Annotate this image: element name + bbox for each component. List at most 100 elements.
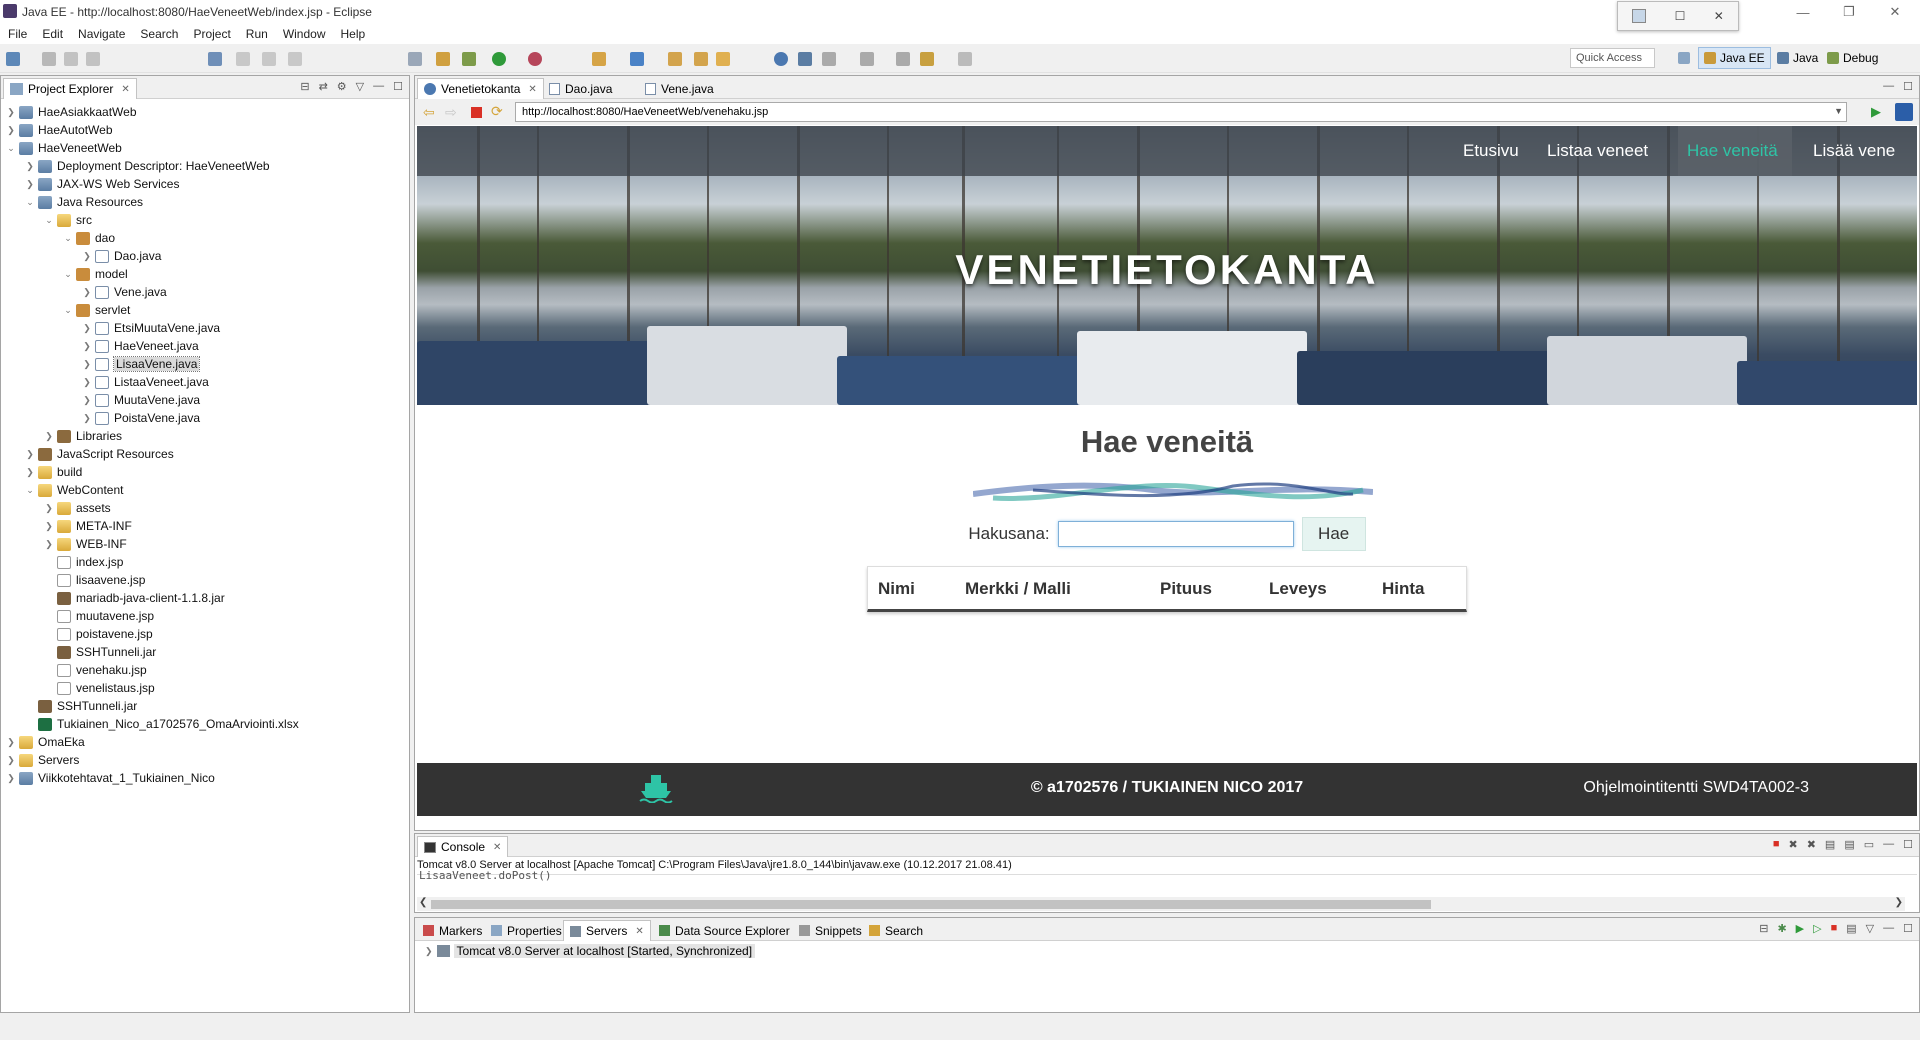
scroll-right-icon[interactable]: ❯ [1895, 897, 1903, 908]
tree-item[interactable]: ❯ PoistaVene.java [81, 409, 200, 427]
tab-dao-java[interactable]: Dao.java [543, 78, 633, 99]
maximize-view-icon[interactable]: ☐ [1903, 838, 1913, 851]
tree-item[interactable]: Tukiainen_Nico_a1702576_OmaArviointi.xls… [24, 715, 299, 733]
chevron-right-icon[interactable]: ❯ [5, 737, 17, 748]
close-icon[interactable]: ✕ [1714, 9, 1724, 23]
menu-help[interactable]: Help [341, 27, 366, 41]
menu-edit[interactable]: Edit [42, 27, 63, 41]
tab-servers[interactable]: Servers ✕ [563, 920, 651, 941]
tree-item[interactable]: poistavene.jsp [43, 625, 153, 643]
minimize-view-icon[interactable]: — [1883, 80, 1894, 93]
tab-snippets[interactable]: Snippets [793, 920, 868, 941]
chevron-right-icon[interactable]: ❯ [5, 125, 17, 136]
perspective-debug[interactable]: Debug [1822, 47, 1883, 69]
tree-item[interactable]: ⌄ dao [62, 229, 115, 247]
maximize-view-icon[interactable]: ☐ [1903, 80, 1913, 93]
tab-properties[interactable]: Properties [485, 920, 568, 941]
chevron-right-icon[interactable]: ❯ [81, 251, 93, 262]
tree-item[interactable]: ❯ LisaaVene.java [81, 355, 201, 373]
tree-item[interactable]: ❯ Dao.java [81, 247, 161, 265]
back-icon[interactable] [920, 52, 934, 66]
tree-item[interactable]: ❯ HaeAutotWeb [5, 121, 112, 139]
tree-item[interactable]: mariadb-java-client-1.1.8.jar [43, 589, 225, 607]
debug-icon[interactable] [462, 52, 476, 66]
start-server-icon[interactable]: ▶ [1796, 922, 1804, 935]
new-class-icon[interactable] [630, 52, 644, 66]
close-window-button[interactable]: ✕ [1872, 0, 1918, 24]
scroll-lock-icon[interactable]: ▤ [1825, 838, 1835, 851]
collapse-all-icon[interactable]: ⊟ [1759, 922, 1768, 935]
chevron-right-icon[interactable]: ❯ [24, 161, 36, 172]
tree-item[interactable]: ❯ OmaEka [5, 733, 84, 751]
tree-item[interactable]: ❯ Libraries [43, 427, 122, 445]
open-perspective-button[interactable] [1672, 47, 1696, 69]
chevron-right-icon[interactable]: ❯ [5, 107, 17, 118]
forward-arrow-icon[interactable]: ⇨ [445, 104, 457, 121]
search-icon[interactable] [716, 52, 730, 66]
chevron-right-icon[interactable]: ❯ [43, 431, 55, 442]
coverage-icon[interactable] [528, 52, 542, 66]
tree-item[interactable]: venehaku.jsp [43, 661, 147, 679]
save-icon[interactable] [42, 52, 56, 66]
tree-item[interactable]: venelistaus.jsp [43, 679, 155, 697]
tree-item[interactable]: ❯ assets [43, 499, 110, 517]
maximize-icon[interactable]: ☐ [1675, 9, 1686, 23]
tree-item[interactable]: ⌄ HaeVeneetWeb [5, 139, 122, 157]
maximize-view-icon[interactable]: ☐ [393, 80, 403, 93]
display-console-icon[interactable]: ▭ [1864, 838, 1874, 851]
tree-item[interactable]: lisaavene.jsp [43, 571, 145, 589]
tab-markers[interactable]: Markers [417, 920, 488, 941]
go-icon[interactable]: ▶ [1871, 104, 1881, 120]
remove-all-icon[interactable]: ✖ [1807, 838, 1816, 851]
publish-icon[interactable]: ▤ [1846, 922, 1856, 935]
tree-item[interactable]: ⌄ Java Resources [24, 193, 143, 211]
chevron-right-icon[interactable]: ❯ [24, 467, 36, 478]
minimize-view-icon[interactable]: — [1883, 838, 1894, 851]
save-all-icon[interactable] [64, 52, 78, 66]
chevron-down-icon[interactable]: ⌄ [43, 215, 55, 226]
tree-item[interactable]: SSHTunneli.jar [43, 643, 156, 661]
view-menu-icon[interactable]: ▽ [356, 80, 364, 93]
console-output[interactable]: LisaaVeneet.doPost() [417, 869, 1917, 896]
perspective-java[interactable]: Java [1772, 47, 1823, 69]
tree-item[interactable]: ❯ JAX-WS Web Services [24, 175, 179, 193]
tree-item[interactable]: ⌄ servlet [62, 301, 130, 319]
server-entry[interactable]: ❯ Tomcat v8.0 Server at localhost [Start… [425, 944, 756, 958]
tree-item[interactable]: ⌄ src [43, 211, 92, 229]
minimize-view-icon[interactable]: — [1883, 922, 1894, 935]
link-editor-icon[interactable]: ⇄ [319, 80, 328, 93]
debug-server-icon[interactable]: ✱ [1777, 922, 1786, 935]
chevron-right-icon[interactable]: ❯ [43, 539, 55, 550]
back-arrow-icon[interactable]: ⇦ [423, 104, 435, 121]
floating-mini-window[interactable]: ☐ ✕ [1617, 1, 1739, 31]
prev-annotation-icon[interactable] [860, 52, 874, 66]
server-icon[interactable] [408, 52, 422, 66]
close-tab-icon[interactable]: ✕ [635, 926, 643, 937]
chevron-down-icon[interactable]: ⌄ [62, 269, 74, 280]
restore-window-button[interactable]: ❐ [1826, 0, 1872, 24]
tab-venetietokanta[interactable]: Venetietokanta ✕ [417, 78, 544, 99]
tree-item[interactable]: ❯ HaeAsiakkaatWeb [5, 103, 136, 121]
chevron-right-icon[interactable]: ❯ [81, 395, 93, 406]
nav-etusivu[interactable]: Etusivu [1463, 141, 1519, 161]
search-input[interactable] [1057, 521, 1294, 547]
expand-arrow-icon[interactable]: ❯ [425, 946, 433, 957]
tree-item[interactable]: ❯ EtsiMuutaVene.java [81, 319, 220, 337]
open-type-icon[interactable] [668, 52, 682, 66]
chevron-down-icon[interactable]: ⌄ [62, 233, 74, 244]
minimize-window-button[interactable]: — [1780, 0, 1826, 24]
minimize-view-icon[interactable]: — [373, 80, 384, 93]
run-icon[interactable] [492, 52, 506, 66]
menu-window[interactable]: Window [283, 27, 326, 41]
chevron-right-icon[interactable]: ❯ [5, 755, 17, 766]
nav-hae-veneita[interactable]: Hae veneitä [1687, 141, 1778, 161]
terminate-icon[interactable] [288, 52, 302, 66]
chevron-right-icon[interactable]: ❯ [81, 341, 93, 352]
tab-vene-java[interactable]: Vene.java [639, 78, 735, 99]
maximize-view-icon[interactable]: ☐ [1903, 922, 1913, 935]
browser-globe-icon[interactable] [774, 52, 788, 66]
new-java-project-icon[interactable] [592, 52, 606, 66]
chevron-right-icon[interactable]: ❯ [24, 449, 36, 460]
terminate-icon[interactable]: ■ [1773, 838, 1780, 851]
open-task-icon[interactable] [694, 52, 708, 66]
